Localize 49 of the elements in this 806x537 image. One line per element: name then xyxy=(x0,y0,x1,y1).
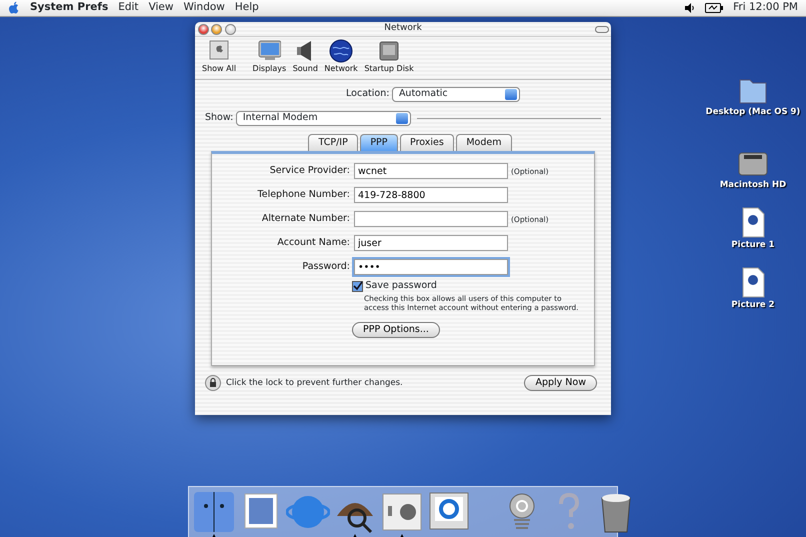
input-field[interactable]: juser xyxy=(354,235,508,252)
window-title: Network xyxy=(384,22,422,36)
location-dropdown[interactable]: Automatic xyxy=(392,87,520,102)
tab[interactable]: TCP/IP xyxy=(308,134,358,152)
lock-message: Click the lock to prevent further changes. xyxy=(226,376,403,390)
checkbox-label[interactable]: Save password xyxy=(366,279,437,294)
toolbar-item[interactable]: Startup Disk xyxy=(362,39,416,79)
desktop-icon-label[interactable]: Desktop (Mac OS 9) xyxy=(706,106,800,119)
menu-item[interactable]: Help xyxy=(234,0,259,16)
app-menu[interactable]: System Prefs xyxy=(30,0,108,16)
field-label: Password: xyxy=(301,260,350,274)
menu-item[interactable]: Window xyxy=(183,0,225,16)
field-label: Alternate Number: xyxy=(260,212,350,226)
menu-item[interactable]: View xyxy=(148,0,174,16)
field-label: Service Provider: xyxy=(268,164,350,178)
lock-icon[interactable] xyxy=(205,375,221,392)
input-field[interactable]: •••• xyxy=(354,259,508,276)
field-label: Account Name: xyxy=(276,236,350,250)
battery-icon[interactable] xyxy=(705,3,724,13)
apply-now-button[interactable]: Apply Now xyxy=(524,375,597,392)
input-field[interactable]: wcnet xyxy=(354,163,508,180)
input-field[interactable] xyxy=(354,211,508,228)
apple-icon[interactable] xyxy=(8,1,20,15)
close-button[interactable] xyxy=(198,24,208,34)
minimize-button[interactable] xyxy=(211,24,222,34)
globe-icon xyxy=(329,39,354,63)
desktop-icon-label[interactable]: Macintosh HD xyxy=(720,179,786,192)
display-icon xyxy=(257,39,282,63)
show-dropdown[interactable]: Internal Modem xyxy=(236,111,411,126)
location-label: Location: xyxy=(346,87,390,102)
toolbar-toggle-button[interactable] xyxy=(594,26,608,32)
menu-clock[interactable]: Fri 12:00 PM xyxy=(733,0,798,16)
toolbar-item[interactable]: Displays xyxy=(250,39,288,79)
tab[interactable]: Modem xyxy=(456,134,512,152)
tab[interactable]: PPP xyxy=(360,134,398,152)
tab[interactable]: Proxies xyxy=(400,134,454,152)
show-label: Show: xyxy=(205,111,234,126)
desktop-icon-label[interactable]: Picture 2 xyxy=(731,299,775,312)
input-field[interactable]: 419-728-8800 xyxy=(354,187,508,204)
speaker-icon[interactable] xyxy=(684,3,696,13)
toolbar-item[interactable]: Sound xyxy=(290,39,320,79)
ppp-options-button[interactable]: PPP Options... xyxy=(352,322,440,338)
field-label: Telephone Number: xyxy=(256,188,350,202)
checkbox[interactable] xyxy=(352,280,363,292)
menu-item[interactable]: Edit xyxy=(118,0,139,16)
desktop-icon-label[interactable]: Picture 1 xyxy=(731,239,775,252)
toolbar-item[interactable]: Show All xyxy=(200,39,238,79)
toolbar-item[interactable]: Network xyxy=(322,39,360,79)
zoom-button[interactable] xyxy=(224,24,236,34)
